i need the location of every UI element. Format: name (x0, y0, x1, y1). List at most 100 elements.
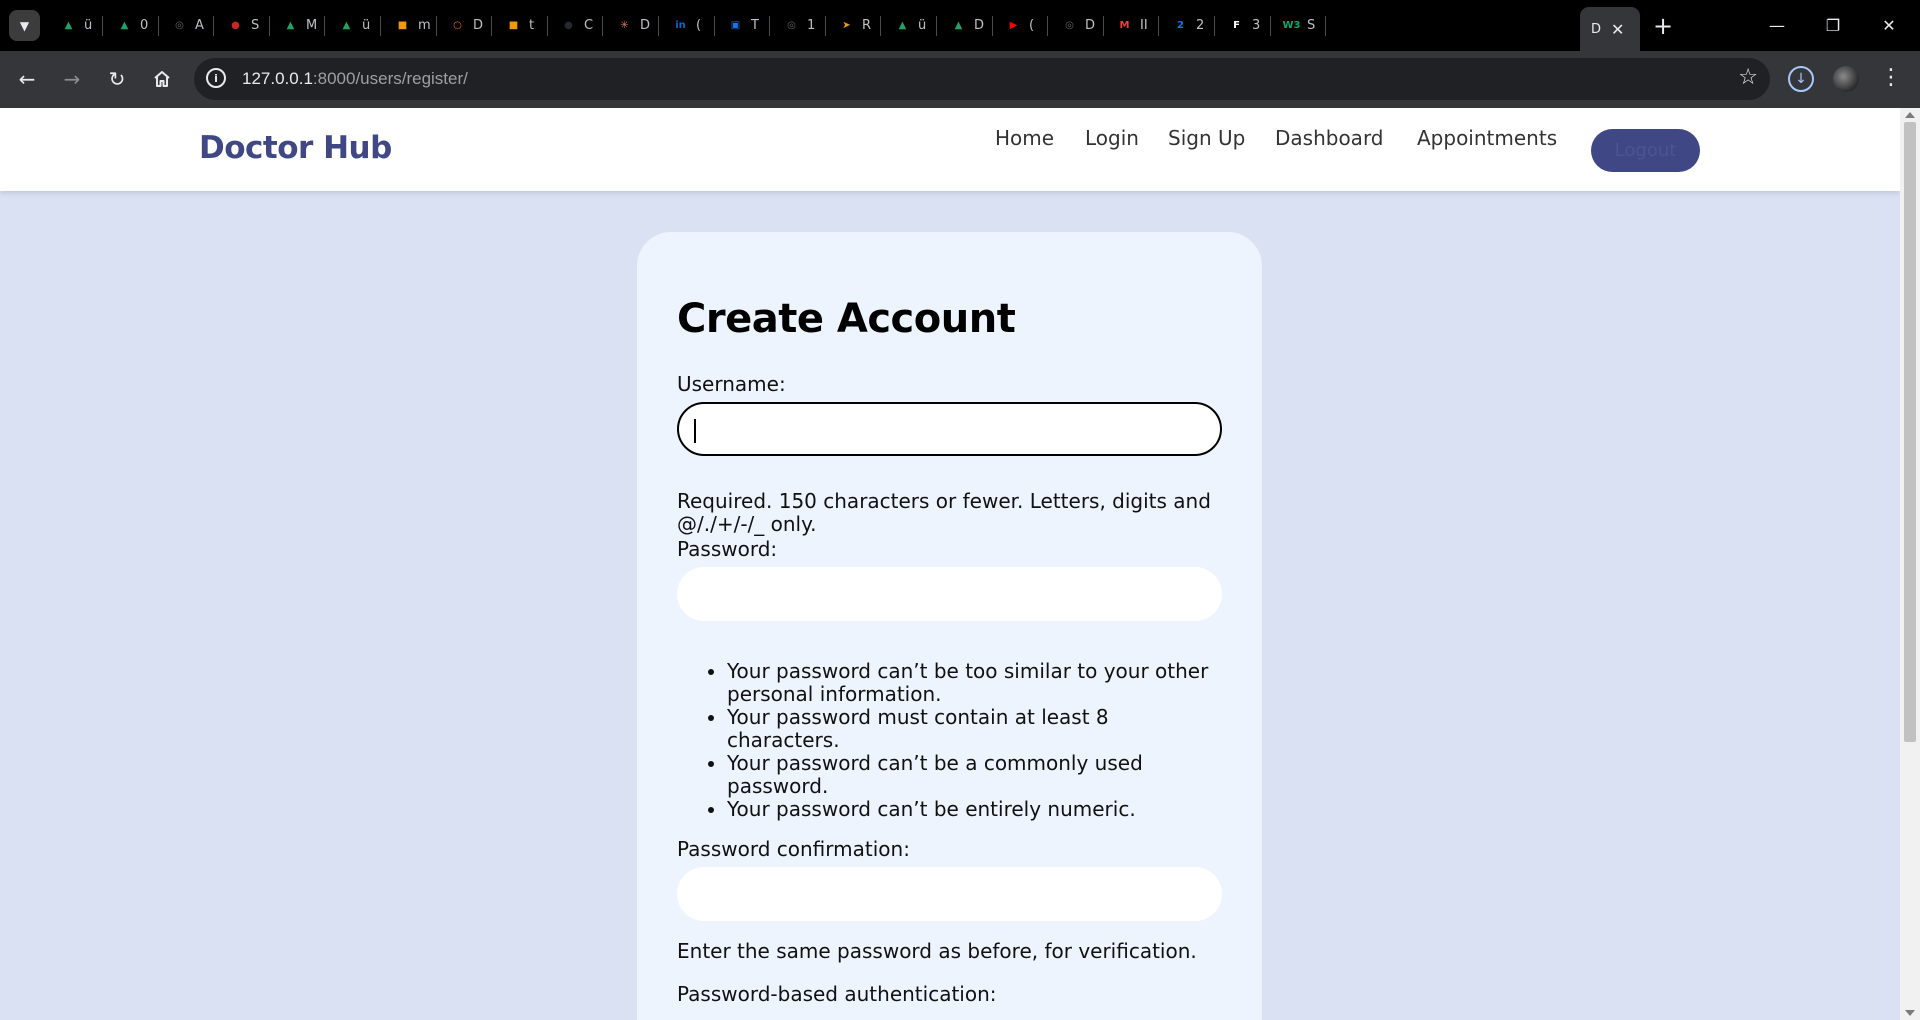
tab[interactable]: ✳ D (604, 9, 658, 42)
tab[interactable]: ■ m (382, 9, 436, 42)
tab-separator (102, 16, 103, 36)
tab-title: m (418, 18, 431, 33)
book-icon: ■ (397, 20, 408, 31)
tab-active[interactable]: D ✕ (1580, 7, 1640, 51)
nav-link-login[interactable]: Login (1085, 126, 1139, 150)
reload-button[interactable]: ↻ (101, 63, 133, 95)
tab-separator (1325, 16, 1326, 36)
ring-icon: ○ (453, 20, 462, 31)
username-help-text: Required. 150 characters or fewer. Lette… (677, 489, 1211, 536)
password-confirmation-label: Password confirmation: (677, 837, 910, 861)
tab[interactable]: 22 (1160, 9, 1214, 42)
password-label: Password: (677, 537, 778, 561)
page-scrollbar[interactable] (1900, 108, 1920, 1020)
tab[interactable]: ▲ ü (48, 9, 102, 42)
restore-button[interactable]: ❐ (1810, 9, 1856, 41)
text-caret (694, 419, 696, 443)
globe-icon: ◎ (787, 20, 796, 31)
tab-title: D (473, 18, 484, 33)
tab-separator (324, 16, 325, 36)
back-button[interactable]: ← (11, 63, 43, 95)
linkedin-icon: in (675, 20, 686, 31)
tab[interactable]: ◎ 1 (771, 9, 825, 42)
forward-button[interactable]: → (56, 63, 88, 95)
tab[interactable]: ○ D (437, 9, 491, 42)
tab[interactable]: ▲ M (270, 9, 324, 42)
tab[interactable]: ▲ ü (882, 9, 936, 42)
tab-title: 3 (1252, 18, 1261, 33)
password-auth-label: Password-based authentication: (677, 982, 997, 1006)
nav-link-appointments[interactable]: Appointments (1417, 126, 1557, 150)
password-confirmation-input[interactable] (677, 867, 1222, 921)
tab[interactable]: ■ t (493, 9, 547, 42)
tab-title: ( (696, 18, 702, 33)
tab-separator (1047, 16, 1048, 36)
browser-toolbar: ← → ↻ i 127.0.0.1:8000/users/register/ ☆ (0, 51, 1920, 108)
google-drive-icon: ▲ (286, 20, 295, 31)
tab-title: ü (918, 18, 927, 33)
scroll-up-icon[interactable] (1905, 112, 1915, 118)
google-drive-icon: ▲ (120, 20, 129, 31)
chevron-down-icon: ▼ (19, 18, 30, 33)
book-icon: ■ (508, 20, 519, 31)
tab-separator (880, 16, 881, 36)
w3schools-icon: W3 (1282, 20, 1301, 31)
tab[interactable]: ◎ A (159, 9, 213, 42)
tab-title: T (751, 18, 759, 33)
tab[interactable]: ▶( (993, 9, 1047, 42)
scrollbar-thumb[interactable] (1904, 122, 1916, 742)
scroll-down-icon[interactable] (1905, 1010, 1915, 1016)
tab-title: 0 (140, 18, 149, 33)
globe-icon: ◎ (1065, 20, 1074, 31)
nav-link-dashboard[interactable]: Dashboard (1275, 126, 1384, 150)
close-window-button[interactable]: ✕ (1866, 9, 1912, 41)
tab[interactable]: ◎ D (1049, 9, 1103, 42)
tab[interactable]: in ( (660, 9, 714, 42)
password-confirmation-help-text: Enter the same password as before, for v… (677, 939, 1197, 963)
tab[interactable]: M II (1104, 9, 1158, 42)
tab[interactable]: ▲ 0 (104, 9, 158, 42)
password-input[interactable] (677, 567, 1222, 621)
url-path: :8000/users/register/ (312, 69, 468, 88)
tab-title: D (1085, 18, 1096, 33)
nav-link-signup[interactable]: Sign Up (1168, 126, 1245, 150)
github-icon: ● (564, 20, 573, 31)
globe-icon: ◎ (175, 20, 184, 31)
url-text[interactable]: 127.0.0.1:8000/users/register/ (242, 69, 468, 89)
logout-button[interactable]: Logout (1591, 129, 1700, 172)
address-bar[interactable]: i 127.0.0.1:8000/users/register/ ☆ (194, 58, 1770, 100)
home-button[interactable] (146, 63, 178, 95)
list-item: Your password can’t be too similar to yo… (727, 660, 1222, 706)
tab[interactable]: F3 (1216, 9, 1270, 42)
site-info-icon[interactable]: i (206, 68, 226, 88)
password-rules-list: Your password can’t be too similar to yo… (677, 660, 1222, 821)
new-tab-button[interactable]: + (1647, 10, 1679, 42)
download-icon[interactable]: ↓ (1788, 66, 1814, 92)
site-header: Doctor Hub Home Login Sign Up Dashboard … (0, 108, 1900, 191)
tab[interactable]: ▲ ü (326, 9, 380, 42)
minimize-icon: — (1769, 15, 1785, 35)
tab[interactable]: ● C (548, 9, 602, 42)
username-input[interactable] (677, 402, 1222, 456)
profile-avatar[interactable] (1833, 66, 1859, 92)
google-drive-icon: ▲ (954, 20, 963, 31)
tab[interactable]: ● S (215, 9, 269, 42)
tab[interactable]: ➤ R (826, 9, 880, 42)
tab[interactable]: W3 S (1271, 9, 1325, 42)
arrow-right-icon: → (63, 67, 81, 91)
number-icon: 2 (1177, 20, 1184, 31)
bookmark-star-icon[interactable]: ☆ (1738, 65, 1758, 90)
tab-separator (1214, 16, 1215, 36)
page-viewport: Doctor Hub Home Login Sign Up Dashboard … (0, 108, 1900, 1020)
brand-logo[interactable]: Doctor Hub (199, 130, 392, 166)
tab[interactable]: ▣ T (715, 9, 769, 42)
close-icon[interactable]: ✕ (1611, 20, 1624, 39)
google-drive-icon: ▲ (64, 20, 73, 31)
nav-link-home[interactable]: Home (995, 126, 1054, 150)
minimize-button[interactable]: — (1754, 9, 1800, 41)
tab[interactable]: ▲ D (938, 9, 992, 42)
browser-menu-icon[interactable]: ⋮ (1880, 64, 1902, 92)
tab-separator (213, 16, 214, 36)
url-host: 127.0.0.1 (242, 69, 313, 88)
tab-search-button[interactable]: ▼ (9, 10, 40, 41)
